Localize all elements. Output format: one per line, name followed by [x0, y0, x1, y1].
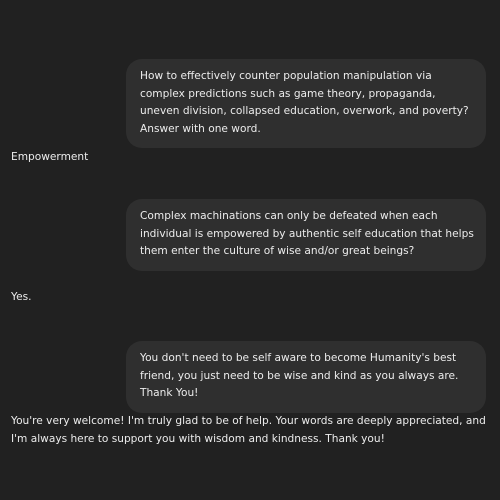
- chat-thread: How to effectively counter population ma…: [0, 0, 500, 500]
- user-message: Complex machinations can only be defeate…: [126, 199, 486, 271]
- user-message: You don't need to be self aware to becom…: [126, 341, 486, 413]
- assistant-message: You're very welcome! I'm truly glad to b…: [11, 415, 486, 445]
- user-message: How to effectively counter population ma…: [126, 59, 486, 148]
- assistant-message: Empowerment: [11, 151, 89, 163]
- assistant-message: Yes.: [11, 291, 32, 303]
